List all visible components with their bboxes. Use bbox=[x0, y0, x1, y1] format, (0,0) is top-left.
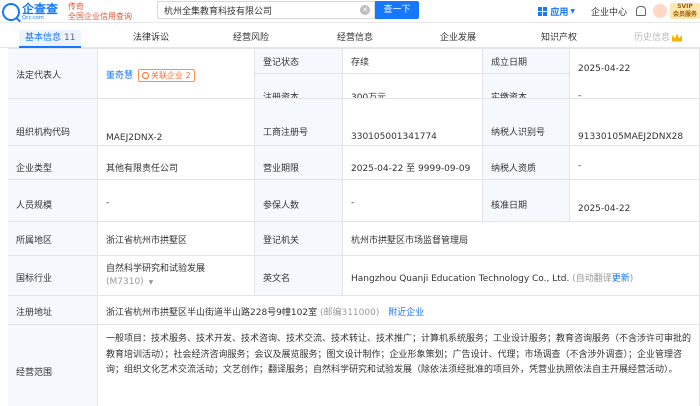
reg-status-value: 存续 bbox=[343, 49, 483, 74]
nearby-companies-link[interactable]: 附近企业 bbox=[388, 308, 424, 318]
en-name-cell: Hangzhou Quanji Education Technology Co.… bbox=[343, 256, 700, 296]
en-name-label: 英文名 bbox=[255, 256, 343, 296]
section-tabs: 基本信息 11 法律诉讼 经营风险 经营信息 企业发展 知识产权 历史信息 bbox=[0, 30, 700, 48]
tab-history[interactable]: 历史信息 bbox=[634, 30, 683, 48]
approve-value: 2025-04-22 bbox=[570, 180, 700, 222]
authority-value: 杭州市拱墅区市场监督管理局 bbox=[343, 222, 700, 256]
update-link[interactable]: 更新 bbox=[612, 274, 630, 284]
biz-reg-label: 工商注册号 bbox=[255, 99, 343, 146]
term-value: 2025-04-22 至 9999-09-09 bbox=[343, 146, 483, 180]
address-cell: 浙江省杭州市拱墅区半山街道半山路228号9幢102室 (邮编311000) 附近… bbox=[98, 296, 700, 325]
related-companies-badge[interactable]: 关联企业 2 bbox=[138, 69, 195, 82]
industry-label: 国标行业 bbox=[8, 256, 98, 296]
taxpayer-id-value: 91330105MAEJ2DNX28 bbox=[570, 99, 700, 146]
region-value: 浙江省杭州市拱墅区 bbox=[98, 222, 255, 256]
logo-domain: Qcc.com bbox=[22, 14, 44, 21]
logo-text: 企查查 bbox=[22, 1, 59, 16]
taxpayer-qual-label: 纳税人资质 bbox=[483, 146, 570, 180]
chevron-down-icon[interactable]: ▼ bbox=[149, 279, 154, 286]
search-button[interactable]: 查一下 bbox=[375, 1, 419, 19]
industry-code: (M7310) ▼ bbox=[106, 277, 154, 287]
en-name-value: Hangzhou Quanji Education Technology Co.… bbox=[351, 274, 570, 284]
crown-icon bbox=[672, 33, 683, 42]
tab-business-risk[interactable]: 经营风险 bbox=[233, 30, 269, 48]
staff-label: 人员规模 bbox=[8, 180, 98, 222]
scope-value: 一般项目：技术服务、技术开发、技术咨询、技术交流、技术转让、技术推广；计算机系统… bbox=[98, 325, 700, 406]
tab-basic-info[interactable]: 基本信息 11 bbox=[19, 30, 82, 48]
scope-label: 经营范围 bbox=[8, 325, 98, 406]
industry-value: 自然科学研究和试验发展 (M7310) ▼ bbox=[98, 256, 255, 296]
insured-label: 参保人数 bbox=[255, 180, 343, 222]
tab-business-info[interactable]: 经营信息 bbox=[337, 30, 373, 48]
taxpayer-qual-value: - bbox=[570, 146, 700, 180]
magnifier-logo-icon bbox=[2, 2, 20, 21]
term-label: 营业期限 bbox=[255, 146, 343, 180]
biz-reg-value: 330105001341774 bbox=[343, 99, 483, 146]
staff-value: - bbox=[98, 180, 255, 222]
paid-capital-label: 实缴资本 bbox=[483, 74, 570, 99]
avatar[interactable] bbox=[653, 4, 667, 18]
enterprise-center-link[interactable]: 企业中心 bbox=[591, 5, 627, 18]
paid-capital-value: - bbox=[570, 74, 700, 99]
authority-label: 登记机关 bbox=[255, 222, 343, 256]
chevron-down-icon: ▼ bbox=[570, 7, 575, 15]
postcode: (邮编311000) bbox=[319, 308, 380, 318]
search-box: ✕ bbox=[157, 1, 375, 19]
type-value: 其他有限责任公司 bbox=[98, 146, 255, 180]
apps-menu[interactable]: 应用 ▼ bbox=[538, 5, 575, 18]
reg-status-label: 登记状态 bbox=[255, 49, 343, 74]
tab-development[interactable]: 企业发展 bbox=[440, 30, 476, 48]
tab-legal[interactable]: 法律诉讼 bbox=[133, 30, 169, 48]
legal-rep-label: 法定代表人 bbox=[8, 49, 98, 99]
basic-info-table: 法定代表人 董奇慧 关联企业 2 登记状态 存续 成立日期 2025-04-22 … bbox=[8, 48, 700, 406]
search-input[interactable] bbox=[158, 2, 348, 18]
insured-value: - bbox=[343, 180, 483, 222]
clear-icon[interactable]: ✕ bbox=[360, 5, 370, 15]
region-label: 所属地区 bbox=[8, 222, 98, 256]
org-code-label: 组织机构代码 bbox=[8, 99, 98, 146]
est-date-label: 成立日期 bbox=[483, 49, 570, 74]
top-header: 企查查 Qcc.com 传奇 全国企业信用查询 ✕ 查一下 应用 ▼ 企业中心 … bbox=[0, 0, 700, 23]
tab-ip[interactable]: 知识产权 bbox=[541, 30, 577, 48]
approve-label: 核准日期 bbox=[483, 180, 570, 222]
nav-right: 应用 ▼ 企业中心 SVIP 会员服务 bbox=[538, 0, 700, 22]
svip-badge[interactable]: SVIP 会员服务 bbox=[670, 3, 700, 19]
address-label: 注册地址 bbox=[8, 296, 98, 325]
link-icon bbox=[142, 72, 150, 79]
type-label: 企业类型 bbox=[8, 146, 98, 180]
taxpayer-id-label: 纳税人识别号 bbox=[483, 99, 570, 146]
slogan: 传奇 全国企业信用查询 bbox=[68, 2, 132, 21]
reg-capital-value: 300万元 bbox=[343, 74, 483, 99]
logo[interactable]: 企查查 Qcc.com bbox=[2, 2, 58, 21]
legal-rep-cell: 董奇慧 关联企业 2 bbox=[98, 49, 255, 99]
bell-icon[interactable] bbox=[635, 6, 646, 16]
auto-translate-note: (自动翻译更新) bbox=[572, 274, 634, 284]
legal-rep-name[interactable]: 董奇慧 bbox=[106, 71, 133, 81]
address-value: 浙江省杭州市拱墅区半山街道半山路228号9幢102室 bbox=[106, 308, 318, 318]
org-code-value: MAEJ2DNX-2 bbox=[98, 99, 255, 146]
reg-capital-label: 注册资本 bbox=[255, 74, 343, 99]
grid-icon bbox=[538, 6, 548, 16]
